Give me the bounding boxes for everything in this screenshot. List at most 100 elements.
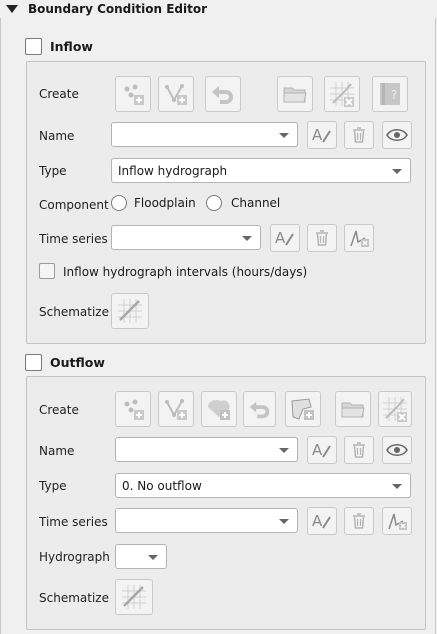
- frame-right-border: [435, 18, 436, 634]
- inflow-group-toggle[interactable]: Inflow: [25, 38, 93, 55]
- outflow-label: Outflow: [50, 355, 105, 370]
- outflow-ts-plot-button[interactable]: [382, 507, 412, 535]
- outflow-add-area-button[interactable]: [285, 391, 321, 427]
- inflow-name-combo[interactable]: [111, 122, 298, 147]
- svg-text:A: A: [275, 229, 286, 247]
- svg-text:A: A: [312, 512, 323, 530]
- inflow-type-combo[interactable]: Inflow hydrograph: [111, 158, 411, 183]
- add-point-icon: [124, 399, 144, 420]
- trash-icon: [353, 513, 365, 529]
- outflow-revert-button[interactable]: [243, 391, 276, 427]
- schematize-icon: [118, 299, 142, 323]
- outflow-type-label: Type: [39, 479, 67, 493]
- svg-text:?: ?: [391, 88, 397, 102]
- inflow-schematize-button[interactable]: [111, 293, 149, 329]
- outflow-type-combo[interactable]: 0. No outflow: [115, 473, 411, 498]
- svg-text:A: A: [312, 126, 323, 144]
- inflow-add-point-button[interactable]: [115, 76, 151, 112]
- inflow-rename-button[interactable]: A: [307, 121, 337, 149]
- chevron-down-icon: [279, 133, 289, 138]
- inflow-schematize-label: Schematize: [39, 305, 109, 319]
- chevron-down-icon: [279, 448, 289, 453]
- editor-header[interactable]: Boundary Condition Editor: [0, 0, 437, 18]
- outflow-visibility-button[interactable]: [382, 436, 412, 464]
- outflow-hydrograph-combo[interactable]: [115, 544, 167, 569]
- add-line-icon: [165, 399, 187, 420]
- chevron-down-icon: [279, 519, 289, 524]
- schematize-icon: [122, 585, 146, 609]
- outflow-group-toggle[interactable]: Outflow: [25, 354, 105, 371]
- outflow-ts-delete-button[interactable]: [344, 507, 374, 535]
- inflow-open-button[interactable]: [277, 76, 313, 112]
- add-line-icon: [165, 84, 187, 105]
- frame-left-border: [0, 18, 1, 634]
- outflow-schematize-button[interactable]: [115, 579, 153, 615]
- rename-icon: A: [275, 229, 294, 247]
- inflow-help-button[interactable]: ?: [372, 76, 408, 112]
- trash-icon: [316, 230, 328, 246]
- inflow-panel: Create ? Name A Type Inflow hydrograph C…: [26, 61, 426, 344]
- inflow-delete-button[interactable]: [344, 121, 374, 149]
- outflow-open-button[interactable]: [335, 391, 371, 427]
- delete-schema-icon: [383, 397, 407, 422]
- outflow-time-series-label: Time series: [39, 515, 108, 529]
- inflow-revert-button[interactable]: [205, 76, 241, 112]
- inflow-component-label: Component: [39, 198, 109, 212]
- inflow-add-line-button[interactable]: [158, 76, 194, 112]
- trash-icon: [353, 442, 365, 458]
- delete-schema-icon: [330, 82, 354, 107]
- floodplain-label: Floodplain: [134, 196, 196, 210]
- inflow-ts-rename-button[interactable]: A: [270, 224, 300, 252]
- outflow-add-point-button[interactable]: [115, 391, 151, 427]
- outflow-rename-button[interactable]: A: [307, 436, 337, 464]
- channel-label: Channel: [231, 196, 281, 210]
- outflow-name-combo[interactable]: [115, 437, 298, 462]
- eye-icon: [386, 129, 408, 141]
- inflow-create-label: Create: [39, 87, 79, 101]
- rename-icon: A: [312, 512, 331, 530]
- revert-icon: [212, 86, 233, 104]
- inflow-checkbox[interactable]: [25, 38, 42, 55]
- outflow-delete-button[interactable]: [344, 436, 374, 464]
- outflow-checkbox[interactable]: [25, 354, 42, 371]
- floodplain-radio[interactable]: [111, 195, 127, 211]
- help-icon: ?: [380, 83, 400, 105]
- add-polygon-icon: [208, 400, 230, 420]
- plot-icon: [388, 513, 407, 530]
- inflow-label: Inflow: [50, 39, 93, 54]
- inflow-ts-plot-button[interactable]: [344, 224, 374, 252]
- chevron-down-icon: [242, 236, 252, 241]
- chevron-down-icon: [392, 169, 402, 174]
- plot-icon: [350, 230, 369, 247]
- eye-icon: [386, 444, 408, 456]
- outflow-time-series-combo[interactable]: [115, 508, 298, 533]
- intervals-checkbox[interactable]: [39, 263, 55, 279]
- inflow-name-label: Name: [39, 129, 75, 143]
- outflow-add-polygon-button[interactable]: [201, 391, 237, 427]
- folder-icon: [283, 87, 307, 103]
- svg-text:A: A: [312, 441, 323, 459]
- add-point-icon: [124, 84, 144, 105]
- folder-icon: [341, 402, 365, 418]
- outflow-add-line-button[interactable]: [158, 391, 194, 427]
- inflow-time-series-combo[interactable]: [111, 225, 261, 250]
- channel-radio[interactable]: [206, 195, 222, 211]
- outflow-type-value: 0. No outflow: [122, 478, 202, 493]
- chevron-down-icon: [148, 555, 158, 560]
- inflow-visibility-button[interactable]: [382, 121, 412, 149]
- outflow-hydrograph-label: Hydrograph: [39, 550, 110, 564]
- outflow-ts-rename-button[interactable]: A: [307, 507, 337, 535]
- rename-icon: A: [312, 126, 331, 144]
- inflow-type-label: Type: [39, 164, 67, 178]
- inflow-time-series-label: Time series: [39, 232, 108, 246]
- outflow-delete-schema-button[interactable]: [378, 391, 412, 427]
- outflow-schematize-label: Schematize: [39, 591, 109, 605]
- editor-title: Boundary Condition Editor: [28, 2, 207, 16]
- trash-icon: [353, 127, 365, 143]
- rename-icon: A: [312, 441, 331, 459]
- inflow-ts-delete-button[interactable]: [307, 224, 337, 252]
- inflow-type-value: Inflow hydrograph: [118, 163, 228, 178]
- inflow-delete-schema-button[interactable]: [324, 76, 360, 112]
- add-area-icon: [291, 398, 314, 420]
- collapse-triangle-icon[interactable]: [6, 5, 18, 13]
